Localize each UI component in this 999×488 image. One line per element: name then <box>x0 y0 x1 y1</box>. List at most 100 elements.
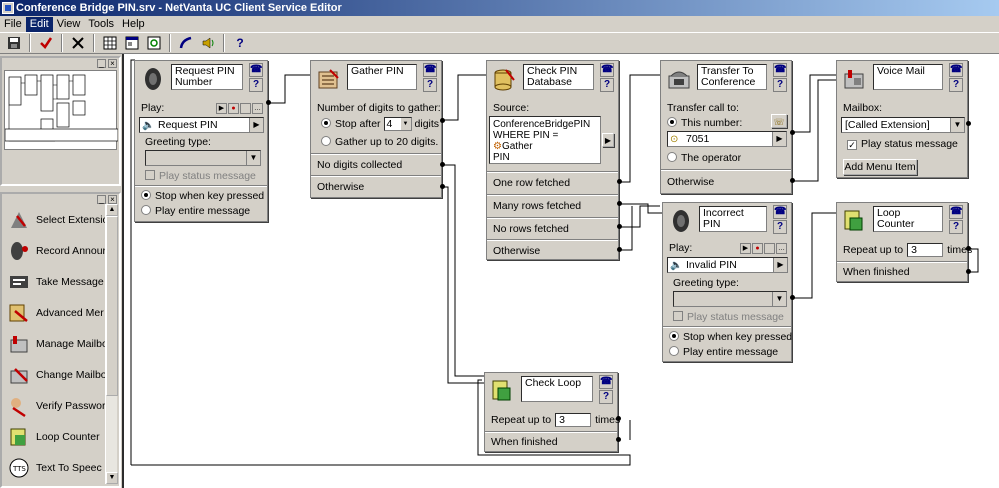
status-checkbox[interactable] <box>145 170 155 180</box>
radio-this-number[interactable] <box>667 117 677 127</box>
palette-item-advanced-menu[interactable]: Advanced Mer <box>6 299 106 327</box>
node-title[interactable]: Transfer To Conference <box>697 64 767 90</box>
connector-dot[interactable] <box>617 224 622 229</box>
close-icon[interactable]: × <box>108 59 117 68</box>
play-status-option[interactable]: Play status message <box>663 310 791 324</box>
help-icon[interactable]: ? <box>949 220 963 234</box>
phone-icon[interactable]: ☎ <box>249 63 263 77</box>
palette-item-take-message[interactable]: Take Message <box>6 268 106 296</box>
grid-icon[interactable] <box>100 34 120 52</box>
chevron-right-icon[interactable]: ▶ <box>772 132 786 146</box>
node-transfer-to-conference[interactable]: Transfer To Conference ☎? Transfer call … <box>660 60 792 194</box>
opt-operator[interactable]: The operator <box>661 151 791 165</box>
stop-icon[interactable] <box>240 103 251 114</box>
status-checkbox[interactable]: ✓ <box>847 140 857 150</box>
chevron-down-icon[interactable]: ▼ <box>246 151 260 165</box>
phone-icon[interactable]: ☎ <box>773 205 787 219</box>
palette-scrollbar[interactable]: ▲ ▼ <box>105 204 118 484</box>
connector-dot[interactable] <box>616 437 621 442</box>
exit-no-rows[interactable]: No rows fetched <box>487 222 618 236</box>
menu-file[interactable]: File <box>0 17 26 32</box>
phone-icon[interactable]: ☎ <box>949 63 963 77</box>
play-select[interactable]: 🔈 Request PIN ▶ <box>139 117 264 133</box>
node-title[interactable]: Voice Mail <box>873 64 943 90</box>
help-icon[interactable]: ? <box>599 390 613 404</box>
node-title[interactable]: Check Loop <box>521 376 593 402</box>
more-icon[interactable]: … <box>776 243 787 254</box>
palette-item-loop-counter[interactable]: Loop Counter <box>6 423 106 451</box>
exit-when-finished[interactable]: When finished <box>837 265 967 279</box>
phone-icon[interactable]: ☎ <box>600 63 614 77</box>
help-icon[interactable]: ? <box>773 220 787 234</box>
add-menu-item-button[interactable]: Add Menu Item <box>843 159 917 175</box>
palette-item-select-extension[interactable]: Select Extensio <box>6 206 106 234</box>
play-status-option[interactable]: Play status message <box>135 169 267 183</box>
help-icon[interactable]: ? <box>949 78 963 92</box>
node-check-loop[interactable]: Check Loop ☎? Repeat up to 3 times When fi… <box>484 372 620 452</box>
connector-dot[interactable] <box>790 178 795 183</box>
phone-book-icon[interactable]: ☏ <box>771 114 787 128</box>
mailbox-select[interactable]: [Called Extension] ▼ <box>841 117 965 133</box>
close-icon[interactable] <box>68 34 88 52</box>
play-select[interactable]: 🔈 Invalid PIN ▶ <box>667 257 788 273</box>
node-title[interactable]: Incorrect PIN <box>699 206 767 232</box>
connector-dot[interactable] <box>617 179 622 184</box>
node-request-pin[interactable]: Request PIN Number ☎? Play: ▶ ●… 🔈 Request… <box>134 60 268 222</box>
check-icon[interactable] <box>36 34 56 52</box>
palette-item-record-announcement[interactable]: Record Annour <box>6 237 106 265</box>
chevron-right-icon[interactable]: ▶ <box>249 118 263 132</box>
overview-thumbnail[interactable] <box>4 70 119 150</box>
menu-edit[interactable]: Edit <box>25 16 53 32</box>
connector-dot[interactable] <box>617 247 622 252</box>
help-icon[interactable]: ? <box>230 34 250 52</box>
radio-gather-up[interactable] <box>321 136 331 146</box>
opt-entire[interactable]: Play entire message <box>135 204 267 218</box>
greeting-select[interactable]: ▼ <box>673 291 787 307</box>
phone-icon[interactable]: ☎ <box>423 63 437 77</box>
exit-otherwise[interactable]: Otherwise <box>311 180 441 194</box>
node-gather-pin[interactable]: Gather PIN ☎? Number of digits to gather… <box>310 60 442 198</box>
radio-entire[interactable] <box>669 346 679 356</box>
chevron-right-icon[interactable]: ▶ <box>602 133 614 147</box>
radio-operator[interactable] <box>667 152 677 162</box>
speaker-icon[interactable] <box>198 34 218 52</box>
play-status-option[interactable]: ✓ Play status message <box>837 137 967 151</box>
exit-otherwise[interactable]: Otherwise <box>661 175 791 189</box>
connector-dot[interactable] <box>790 130 795 135</box>
repeat-input[interactable]: 3 <box>907 243 944 258</box>
node-title[interactable]: Request PIN Number <box>171 64 243 90</box>
node-title[interactable]: Gather PIN <box>347 64 417 90</box>
help-icon[interactable]: ? <box>249 78 263 92</box>
phone-icon[interactable]: ☎ <box>599 375 613 389</box>
connector-dot[interactable] <box>790 295 795 300</box>
digits-select[interactable]: 4 <box>383 117 412 132</box>
source-query[interactable]: ConferenceBridgePIN WHERE PIN = ⚙Gather … <box>489 116 601 164</box>
node-voice-mail[interactable]: Voice Mail ☎? Mailbox: [Called Extension… <box>836 60 968 178</box>
minimize-icon[interactable]: _ <box>97 59 106 68</box>
connector-dot[interactable] <box>966 121 971 126</box>
window-icon[interactable] <box>122 34 142 52</box>
more-icon[interactable]: … <box>252 103 263 114</box>
help-icon[interactable]: ? <box>773 78 787 92</box>
opt-entire[interactable]: Play entire message <box>663 345 791 359</box>
refresh-icon[interactable] <box>144 34 164 52</box>
opt-stop[interactable]: Stop when key pressed <box>663 330 792 344</box>
chevron-down-icon[interactable]: ▼ <box>772 292 786 306</box>
palette-item-text-to-speech[interactable]: TTS Text To Speec <box>6 454 106 482</box>
phone-icon[interactable]: ☎ <box>773 63 787 77</box>
connector-dot[interactable] <box>966 269 971 274</box>
node-check-pin-database[interactable]: Check PIN Database ☎? Source: Conference… <box>486 60 619 260</box>
repeat-input[interactable]: 3 <box>555 413 592 428</box>
exit-no-digits[interactable]: No digits collected <box>311 158 441 172</box>
close-icon[interactable]: × <box>108 195 117 204</box>
scroll-down-icon[interactable]: ▼ <box>106 472 118 484</box>
node-title[interactable]: Check PIN Database <box>523 64 594 90</box>
menu-view[interactable]: View <box>53 17 85 32</box>
record-icon[interactable]: ● <box>228 103 239 114</box>
exit-one-row[interactable]: One row fetched <box>487 176 618 190</box>
palette-item-verify-password[interactable]: Verify Passwor <box>6 392 106 420</box>
chevron-down-icon[interactable]: ▼ <box>950 118 964 132</box>
phone-icon[interactable]: ☎ <box>949 205 963 219</box>
status-checkbox[interactable] <box>673 311 683 321</box>
radio-stop[interactable] <box>669 331 679 341</box>
